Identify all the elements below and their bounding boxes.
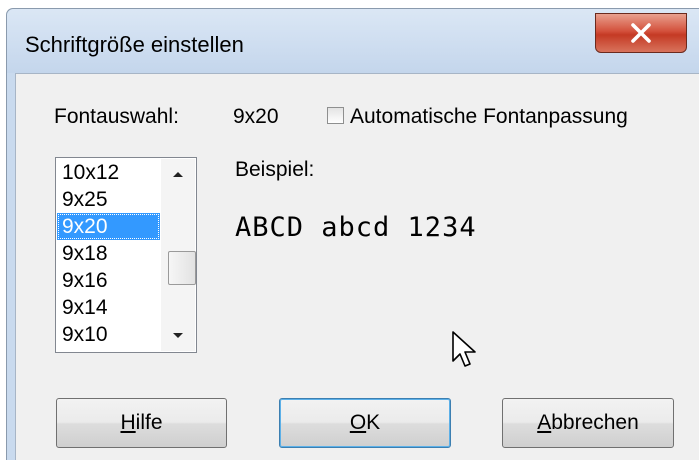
- ok-button-mnemonic: O: [349, 411, 367, 434]
- cancel-button-mnemonic: A: [537, 411, 552, 434]
- preview-label: Beispiel:: [235, 158, 315, 181]
- font-selection-label: Fontauswahl:: [54, 105, 179, 128]
- list-item[interactable]: 10x12: [57, 159, 160, 186]
- ok-button[interactable]: OK: [279, 398, 451, 448]
- font-size-listbox[interactable]: 10x12 9x25 9x20 9x18 9x16 9x14 9x10: [55, 157, 197, 353]
- dialog-window: Schriftgröße einstellen Fontauswahl: 9x2…: [6, 8, 699, 460]
- scroll-thumb[interactable]: [168, 251, 196, 285]
- auto-fit-checkbox-label[interactable]: Automatische Fontanpassung: [350, 105, 628, 129]
- cancel-button-label: bbrechen: [551, 411, 639, 434]
- auto-fit-checkbox[interactable]: [327, 107, 344, 124]
- scroll-up-arrow-icon: [173, 172, 183, 177]
- font-size-list: 10x12 9x25 9x20 9x18 9x16 9x14 9x10: [57, 159, 160, 348]
- preview-sample-text: ABCD abcd 1234: [235, 212, 477, 243]
- scroll-down-arrow-icon: [173, 333, 183, 338]
- dialog-content: Fontauswahl: 9x20 Automatische Fontanpas…: [15, 73, 699, 460]
- mouse-pointer-icon: [452, 331, 476, 367]
- help-button-label: ilfe: [135, 411, 163, 434]
- list-item-selected[interactable]: 9x20: [57, 213, 160, 240]
- close-icon: [631, 23, 651, 43]
- scroll-down-button[interactable]: [161, 321, 195, 351]
- title-bar[interactable]: Schriftgröße einstellen: [7, 9, 699, 73]
- window-title: Schriftgröße einstellen: [25, 32, 244, 57]
- help-button-mnemonic: H: [120, 411, 136, 434]
- scroll-up-button[interactable]: [161, 159, 195, 189]
- help-button[interactable]: Hilfe: [56, 398, 227, 448]
- list-item[interactable]: 9x16: [57, 267, 160, 294]
- vertical-scrollbar[interactable]: [161, 159, 196, 351]
- current-font-value: 9x20: [233, 105, 279, 128]
- ok-button-label: K: [366, 411, 381, 434]
- list-item[interactable]: 9x10: [57, 321, 160, 348]
- cancel-button[interactable]: Abbrechen: [502, 398, 674, 448]
- list-item[interactable]: 9x14: [57, 294, 160, 321]
- list-item[interactable]: 9x18: [57, 240, 160, 267]
- close-button[interactable]: [595, 13, 687, 53]
- list-item[interactable]: 9x25: [57, 186, 160, 213]
